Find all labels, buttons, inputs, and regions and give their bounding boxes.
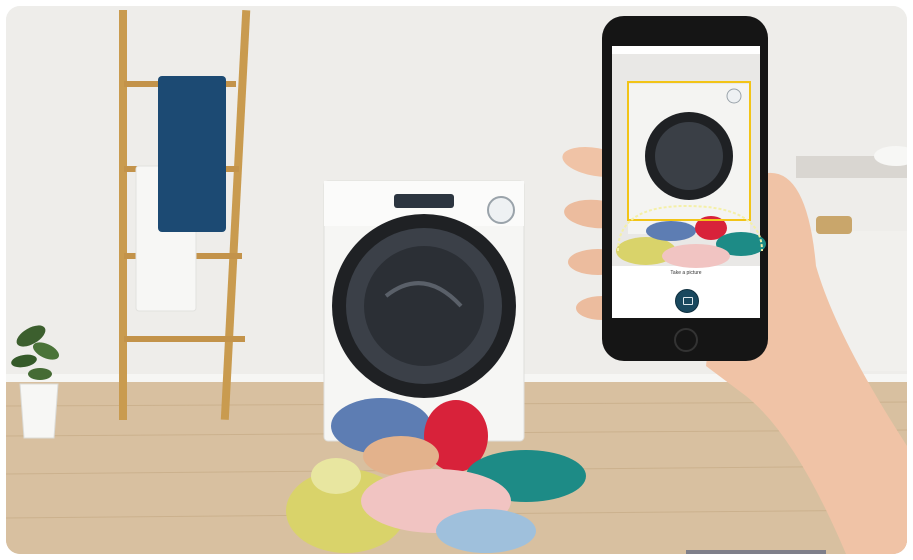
basket [816,216,852,234]
take-picture-caption: Take a picture [670,270,702,276]
floor-object [686,550,826,554]
blue-towel [158,76,226,232]
photo-frame [6,6,907,554]
laundry-scene [6,6,907,554]
shutter-button[interactable] [675,289,699,313]
washing-machine [323,180,525,442]
phone-status-bar [612,44,760,54]
